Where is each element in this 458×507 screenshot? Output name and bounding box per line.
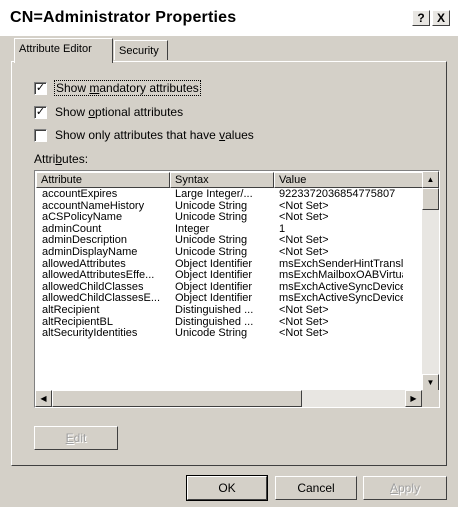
attribute-name: adminCount bbox=[42, 223, 102, 235]
help-button[interactable]: ? bbox=[412, 10, 430, 26]
attribute-name: aCSPolicyName bbox=[42, 212, 123, 224]
column-header-value[interactable]: Value bbox=[274, 172, 423, 188]
attribute-name: altSecurityIdentities bbox=[42, 328, 138, 340]
attribute-syntax: Unicode String bbox=[175, 200, 248, 212]
attribute-syntax: Distinguished ... bbox=[175, 304, 254, 316]
table-row[interactable]: allowedAttributes Object Identifier msExch… bbox=[36, 259, 403, 271]
horizontal-scrollbar[interactable]: ◀ ▶ bbox=[35, 390, 422, 407]
attribute-syntax: Integer bbox=[175, 223, 210, 235]
tab-label: Attribute Editor bbox=[19, 43, 92, 55]
attribute-value: <Not Set> bbox=[279, 246, 329, 258]
attribute-syntax: Distinguished ... bbox=[175, 316, 254, 328]
ok-button[interactable]: OK bbox=[186, 475, 268, 501]
table-row[interactable]: allowedAttributesEffe... Object Identifie… bbox=[36, 270, 403, 282]
show-optional-checkbox[interactable]: ✓ Show optional attributes bbox=[34, 104, 183, 120]
attribute-name: accountExpires bbox=[42, 189, 118, 200]
scrollbar-corner bbox=[422, 390, 439, 407]
table-row[interactable]: adminDescription Unicode String <Not Set> bbox=[36, 235, 403, 247]
checkbox-box[interactable]: ✓ bbox=[34, 81, 47, 95]
attribute-value: msExchMailboxOABVirtua bbox=[279, 270, 403, 282]
list-rows: accountExpires Large Integer/... 922337203… bbox=[36, 189, 403, 340]
apply-button[interactable]: Apply bbox=[363, 476, 447, 500]
table-row[interactable]: accountNameHistory Unicode String <Not Set… bbox=[36, 201, 403, 213]
attribute-value: <Not Set> bbox=[279, 328, 329, 340]
table-row[interactable]: adminCount Integer 1 bbox=[36, 224, 403, 236]
attribute-value: msExchSenderHintTransl bbox=[279, 258, 403, 270]
horizontal-scroll-thumb[interactable] bbox=[52, 390, 302, 407]
table-row[interactable]: altSecurityIdentities Unicode String <Not … bbox=[36, 328, 403, 340]
vertical-scroll-thumb[interactable] bbox=[422, 188, 439, 210]
checkbox-label: Show optional attributes bbox=[55, 105, 184, 119]
close-button[interactable]: X bbox=[432, 10, 450, 26]
attribute-syntax: Object Identifier bbox=[175, 281, 253, 293]
scroll-right-icon[interactable]: ▶ bbox=[405, 390, 422, 407]
attribute-syntax: Object Identifier bbox=[175, 258, 253, 270]
table-row[interactable]: allowedChildClassesE... Object Identifier… bbox=[36, 293, 403, 305]
attribute-name: allowedAttributes bbox=[42, 258, 126, 270]
attribute-syntax: Unicode String bbox=[175, 246, 248, 258]
table-row[interactable]: altRecipientBL Distinguished ... <Not Set> bbox=[36, 317, 403, 329]
cancel-button[interactable]: Cancel bbox=[275, 476, 357, 500]
table-row[interactable]: allowedChildClasses Object Identifier msEx… bbox=[36, 282, 403, 294]
attribute-value: 9223372036854775807 bbox=[279, 189, 396, 200]
attribute-name: allowedChildClassesE... bbox=[42, 293, 160, 305]
attribute-value: <Not Set> bbox=[279, 316, 329, 328]
attribute-name: altRecipient bbox=[42, 304, 100, 316]
attribute-value: msExchActiveSyncDevice bbox=[279, 293, 403, 305]
attribute-value: <Not Set> bbox=[279, 200, 329, 212]
scroll-down-icon[interactable]: ▼ bbox=[422, 374, 439, 391]
attribute-syntax: Unicode String bbox=[175, 212, 248, 224]
attribute-value: 1 bbox=[279, 223, 286, 235]
show-only-values-checkbox[interactable]: Show only attributes that have values bbox=[34, 127, 254, 143]
attribute-name: altRecipientBL bbox=[42, 316, 113, 328]
column-header-syntax[interactable]: Syntax bbox=[170, 172, 274, 188]
tab-label: Security bbox=[119, 45, 159, 57]
attribute-name: allowedAttributesEffe... bbox=[42, 270, 155, 282]
show-mandatory-checkbox[interactable]: ✓ Show mandatory attributes bbox=[34, 80, 201, 96]
attributes-list[interactable]: Attribute Syntax Value accountExpires Lar… bbox=[34, 170, 440, 408]
attribute-syntax: Object Identifier bbox=[175, 270, 253, 282]
edit-button[interactable]: Edit bbox=[34, 426, 118, 450]
tab-attribute-editor[interactable]: Attribute Editor bbox=[14, 38, 113, 63]
attributes-label: Attributes: bbox=[34, 152, 89, 166]
scroll-up-icon[interactable]: ▲ bbox=[422, 171, 439, 188]
attribute-name: allowedChildClasses bbox=[42, 281, 144, 293]
attribute-value: <Not Set> bbox=[279, 304, 329, 316]
attribute-syntax: Large Integer/... bbox=[175, 189, 253, 200]
vertical-scrollbar[interactable]: ▲ ▼ bbox=[422, 171, 439, 391]
attribute-syntax: Unicode String bbox=[175, 235, 248, 247]
table-row[interactable]: aCSPolicyName Unicode String <Not Set> bbox=[36, 212, 403, 224]
attribute-name: adminDisplayName bbox=[42, 246, 138, 258]
window-title: CN=Administrator Properties bbox=[10, 9, 237, 26]
scroll-left-icon[interactable]: ◀ bbox=[35, 390, 52, 407]
table-row[interactable]: adminDisplayName Unicode String <Not Set> bbox=[36, 247, 403, 259]
attribute-name: accountNameHistory bbox=[42, 200, 145, 212]
checkbox-label: Show mandatory attributes bbox=[54, 80, 201, 96]
list-header: Attribute Syntax Value bbox=[36, 172, 423, 188]
table-row[interactable]: accountExpires Large Integer/... 922337203… bbox=[36, 189, 403, 201]
attribute-syntax: Object Identifier bbox=[175, 293, 253, 305]
column-header-attribute[interactable]: Attribute bbox=[36, 172, 170, 188]
attribute-value: msExchActiveSyncDevice bbox=[279, 281, 403, 293]
checkbox-label: Show only attributes that have values bbox=[55, 128, 254, 142]
attribute-syntax: Unicode String bbox=[175, 328, 248, 340]
attribute-name: adminDescription bbox=[42, 235, 127, 247]
attribute-value: <Not Set> bbox=[279, 235, 329, 247]
title-bar: CN=Administrator Properties ? X bbox=[0, 0, 458, 36]
checkbox-box[interactable]: ✓ bbox=[34, 105, 47, 119]
properties-dialog: CN=Administrator Properties ? X Attribut… bbox=[0, 0, 458, 507]
tab-security[interactable]: Security bbox=[114, 40, 168, 60]
attribute-value: <Not Set> bbox=[279, 212, 329, 224]
checkbox-box[interactable] bbox=[34, 128, 47, 142]
table-row[interactable]: altRecipient Distinguished ... <Not Set> bbox=[36, 305, 403, 317]
